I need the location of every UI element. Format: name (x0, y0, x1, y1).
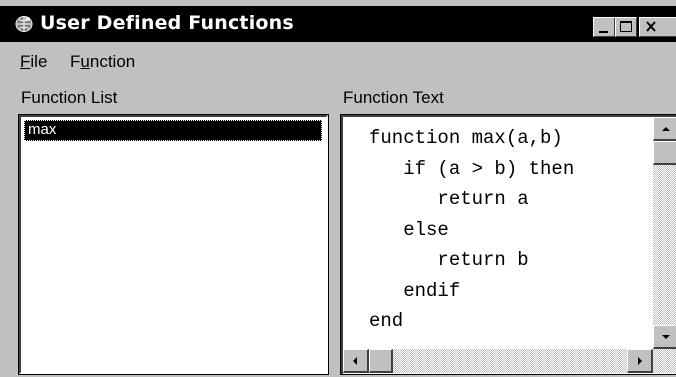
scroll-up-button[interactable] (653, 117, 676, 141)
function-list-label: Function List (21, 88, 118, 107)
list-item-label: max (28, 121, 57, 138)
close-button[interactable] (639, 17, 676, 37)
menu-bar: File Function (0, 45, 676, 75)
function-code[interactable]: function max(a,b) if (a > b) then return… (369, 123, 574, 337)
maximize-button[interactable] (615, 17, 637, 37)
app-globe-icon[interactable] (14, 15, 34, 33)
window-title: User Defined Functions (40, 12, 294, 34)
minimize-icon (599, 31, 608, 33)
arrow-right-icon (638, 357, 642, 365)
title-bar[interactable]: User Defined Functions (0, 6, 676, 42)
horizontal-scrollbar[interactable] (343, 349, 676, 373)
arrow-left-icon (353, 357, 357, 365)
scroll-left-button[interactable] (343, 349, 369, 373)
list-item-max[interactable]: max (24, 120, 322, 141)
menu-function[interactable]: Function (70, 52, 135, 72)
arrow-down-icon (662, 335, 670, 339)
menu-file-label-rest: ile (30, 52, 48, 71)
function-list[interactable]: max (18, 114, 329, 375)
maximize-icon (620, 21, 632, 32)
scroll-right-button[interactable] (627, 349, 653, 373)
vertical-scroll-thumb[interactable] (653, 141, 676, 165)
menu-file[interactable]: File (20, 52, 47, 72)
scroll-down-button[interactable] (653, 325, 676, 349)
function-text-editor[interactable]: function max(a,b) if (a > b) then return… (340, 114, 676, 375)
user-defined-functions-window: User Defined Functions File Function Fun… (0, 0, 676, 377)
menu-function-mnemonic: u (80, 52, 90, 71)
horizontal-scroll-thumb[interactable] (369, 349, 393, 373)
menu-function-label-rest: nction (89, 52, 136, 71)
menu-function-label-start: F (70, 52, 81, 71)
function-text-label: Function Text (343, 88, 444, 107)
vertical-scrollbar[interactable] (653, 117, 676, 349)
menu-file-mnemonic: F (20, 52, 31, 71)
minimize-button[interactable] (593, 17, 615, 37)
arrow-up-icon (662, 127, 670, 131)
close-icon (646, 21, 656, 32)
